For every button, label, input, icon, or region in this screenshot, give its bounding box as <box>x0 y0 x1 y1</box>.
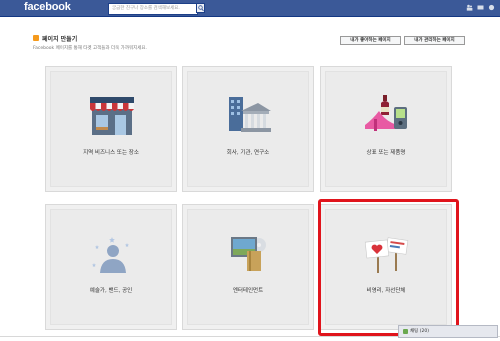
liked-pages-button[interactable]: 내가 좋아하는 페이지 <box>340 36 401 45</box>
search-icon <box>198 5 204 12</box>
selection-highlight <box>318 199 459 336</box>
artist-silhouette-icon <box>92 237 129 273</box>
category-tile-local-business[interactable]: 지역 비즈니스 또는 장소 <box>45 66 177 192</box>
pages-flag-icon <box>33 35 39 41</box>
category-label: 엔터테인먼트 <box>232 288 264 294</box>
category-tile-artist-band[interactable]: 예술가, 밴드, 공인 <box>45 204 177 330</box>
top-navigation-bar: facebook 궁금한 친구나 장소를 검색해보세요. <box>0 0 500 17</box>
category-label: 상표 또는 제품명 <box>366 150 406 156</box>
chat-sidebar-toggle[interactable]: 채팅 (20) <box>398 325 498 338</box>
company-buildings-icon <box>229 97 271 132</box>
category-tile-entertainment[interactable]: 엔터테인먼트 <box>182 204 314 330</box>
search-input[interactable]: 궁금한 친구나 장소를 검색해보세요. <box>108 3 198 15</box>
category-tile-brand-product[interactable]: 상표 또는 제품명 <box>320 66 452 192</box>
facebook-logo[interactable]: facebook <box>24 1 71 13</box>
brand-products-icon <box>365 95 407 131</box>
storefront-icon <box>90 97 134 135</box>
search-button[interactable] <box>196 3 205 13</box>
messages-icon[interactable] <box>477 4 484 11</box>
search-placeholder: 궁금한 친구나 장소를 검색해보세요. <box>112 6 180 11</box>
category-label: 지역 비즈니스 또는 장소 <box>83 150 139 156</box>
category-tile-company[interactable]: 회사, 기관, 연구소 <box>182 66 314 192</box>
chat-online-icon <box>403 329 408 334</box>
page-subtitle: Facebook 페이지를 통해 타겟 고객들과 더욱 가까워지세요. <box>33 46 147 51</box>
managed-pages-button[interactable]: 내가 관리하는 페이지 <box>404 36 465 45</box>
notifications-icon[interactable] <box>488 4 495 11</box>
page-title: 페이지 만들기 <box>42 36 78 43</box>
category-label: 회사, 기관, 연구소 <box>226 150 270 156</box>
chat-label: 채팅 (20) <box>410 329 429 334</box>
friend-requests-icon[interactable] <box>466 4 473 11</box>
entertainment-icon <box>231 237 266 271</box>
category-label: 예술가, 밴드, 공인 <box>89 288 133 294</box>
